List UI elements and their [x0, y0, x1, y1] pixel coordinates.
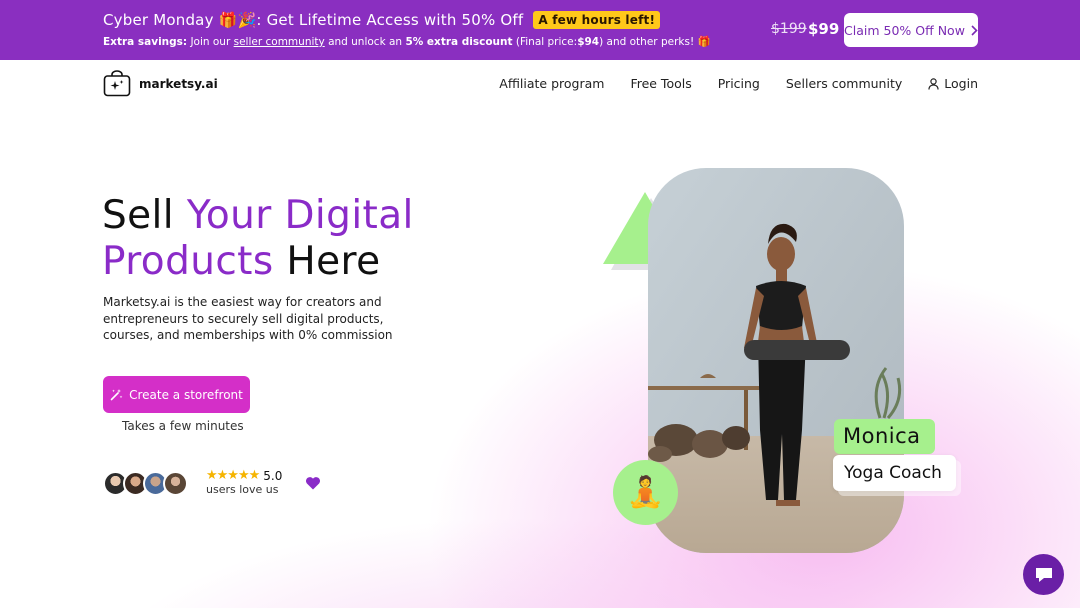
claim-offer-button[interactable]: Claim 50% Off Now — [844, 13, 978, 47]
hero-title-word: Here — [286, 239, 381, 284]
login-link[interactable]: Login — [928, 76, 978, 91]
claim-offer-label: Claim 50% Off Now — [844, 22, 965, 38]
rating-text: users love us — [206, 483, 279, 496]
rating-value: 5.0 — [263, 468, 283, 483]
coach-photo — [648, 168, 904, 553]
promo-title-row: Cyber Monday 🎁🎉: Get Lifetime Access wit… — [103, 10, 661, 30]
hero-title-highlight: Products — [102, 239, 274, 284]
urgency-badge: A few hours left! — [533, 11, 661, 29]
promo-title: Cyber Monday 🎁🎉: Get Lifetime Access wit… — [103, 11, 524, 29]
logo[interactable]: marketsy.ai — [103, 70, 218, 97]
nav-affiliate-program[interactable]: Affiliate program — [499, 76, 604, 91]
promo-subtitle: Extra savings: Join our seller community… — [103, 35, 711, 48]
promo-banner: Cyber Monday 🎁🎉: Get Lifetime Access wit… — [0, 0, 1080, 60]
star-icons: ★★★★★ — [206, 468, 260, 483]
hero-description: Marketsy.ai is the easiest way for creat… — [103, 295, 393, 342]
user-avatars — [103, 471, 188, 496]
create-storefront-button[interactable]: Create a storefront — [103, 376, 250, 413]
coach-role-tag: Yoga Coach — [833, 455, 956, 491]
meditation-icon: 🧘 — [626, 474, 665, 510]
cta-note: Takes a few minutes — [122, 419, 244, 433]
magic-wand-icon — [110, 389, 123, 401]
shopping-bag-logo-icon — [103, 70, 131, 97]
logo-text: marketsy.ai — [139, 76, 218, 91]
rating: ★★★★★ 5.0 — [206, 468, 282, 483]
chat-button[interactable] — [1023, 554, 1064, 595]
hero-title: Sell Your Digital Products Here — [102, 193, 414, 285]
top-navigation: marketsy.ai Affiliate program Free Tools… — [0, 60, 1080, 108]
promo-sub-text: ) and other perks! 🎁 — [599, 36, 711, 48]
yoga-icon-badge: 🧘 — [613, 460, 678, 525]
promo-sub-text: (Final price: — [515, 36, 578, 48]
promo-sub-text: and unlock an — [328, 36, 403, 48]
login-label: Login — [944, 76, 978, 91]
nav-pricing[interactable]: Pricing — [718, 76, 760, 91]
coach-name-tag: Monica — [834, 419, 935, 454]
promo-final-price: $94 — [577, 36, 600, 48]
promo-sub-label: Extra savings: — [103, 36, 188, 48]
hero-title-highlight: Your Digital — [186, 193, 414, 238]
yoga-coach-image — [648, 168, 904, 553]
chat-bubble-icon — [1035, 567, 1052, 582]
seller-community-link[interactable]: seller community — [234, 36, 325, 48]
user-icon — [928, 77, 939, 90]
avatar — [163, 471, 188, 496]
hero-title-word: Sell — [102, 193, 175, 238]
promo-sub-text: Join our — [190, 36, 231, 48]
nav-links: Affiliate program Free Tools Pricing Sel… — [499, 76, 978, 91]
heart-icon — [305, 477, 321, 490]
promo-discount: 5% extra discount — [405, 36, 513, 48]
nav-sellers-community[interactable]: Sellers community — [786, 76, 902, 91]
chevron-right-icon — [971, 24, 978, 36]
new-price: $99 — [808, 20, 840, 38]
old-price: $199 — [771, 21, 807, 37]
create-storefront-label: Create a storefront — [129, 387, 243, 402]
nav-free-tools[interactable]: Free Tools — [630, 76, 691, 91]
